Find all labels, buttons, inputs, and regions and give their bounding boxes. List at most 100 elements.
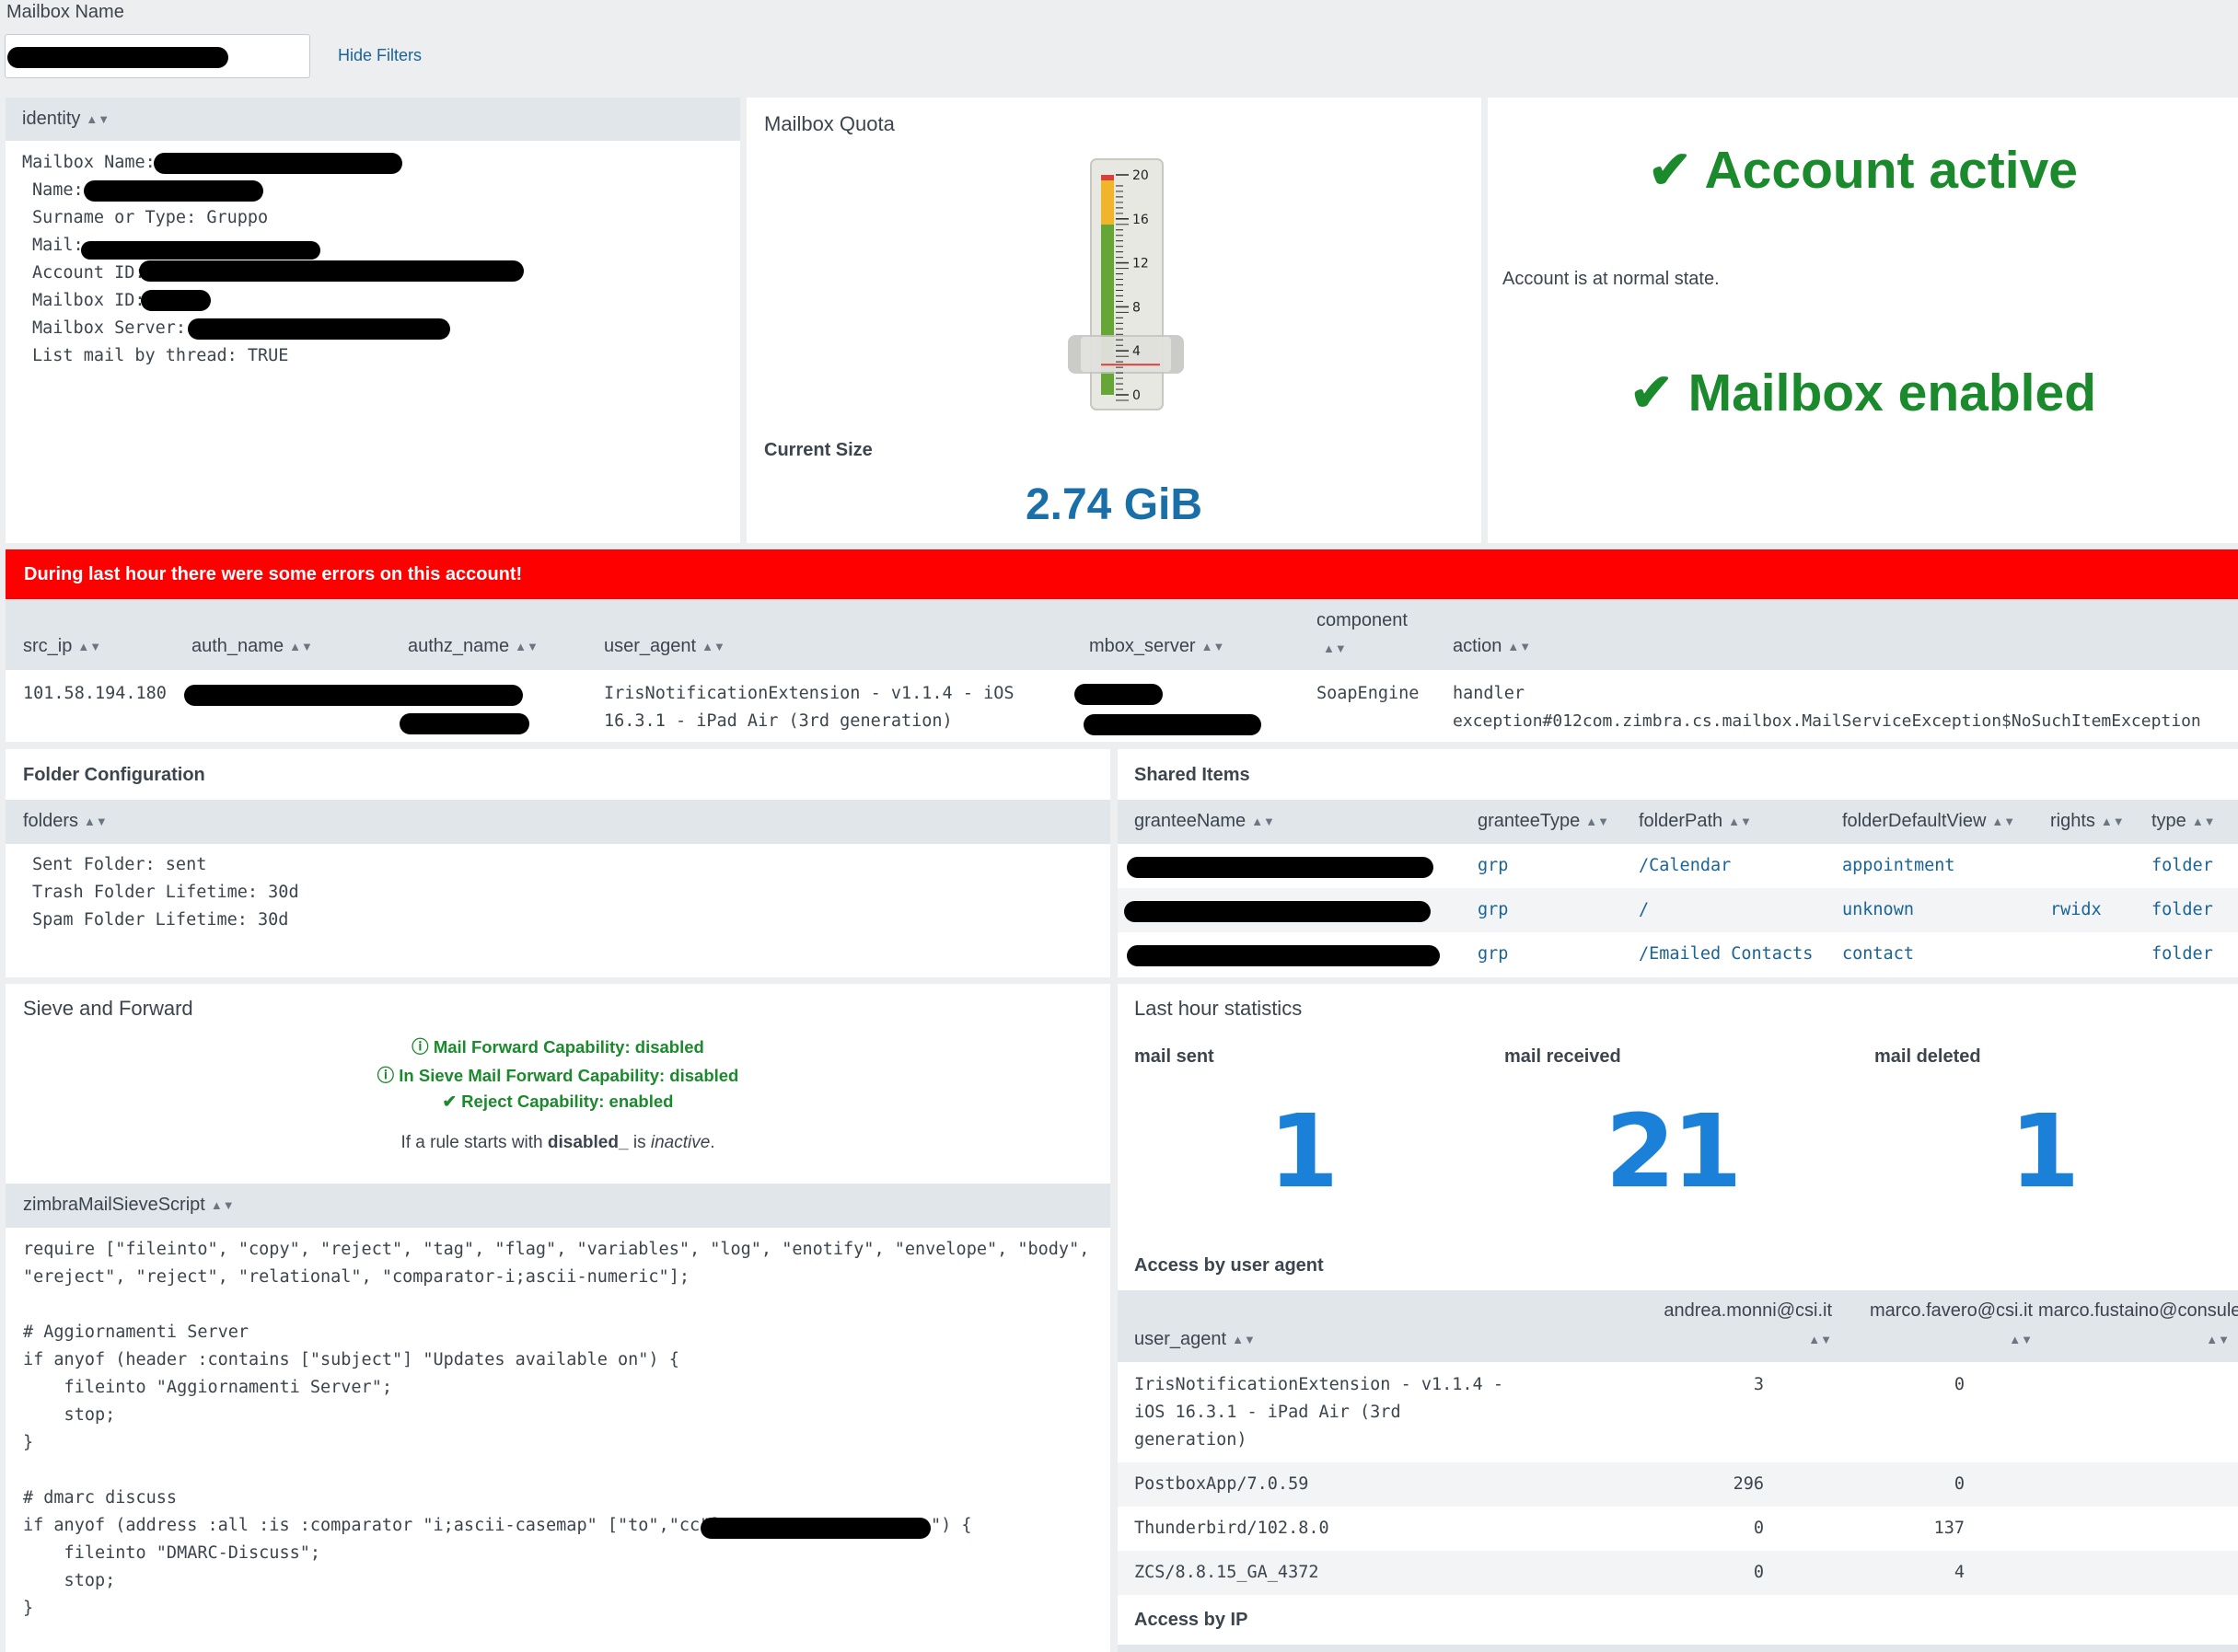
cell-count: 0 [1954, 1375, 1965, 1394]
redacted-value [188, 318, 450, 340]
col-user-favero[interactable]: marco.favero@csi.it [1836, 1300, 2033, 1322]
capability-sieve-forward: ⓘ In Sieve Mail Forward Capability: disa… [377, 1066, 739, 1085]
col-user-fustaino[interactable]: marco.fustaino@consulenti.csi.it [2038, 1300, 2238, 1322]
quota-gauge: 20 16 12 8 4 0 [1068, 158, 1184, 410]
sort-icon: ▲▼ [515, 640, 539, 654]
redacted-value [1124, 901, 1431, 922]
col-grantee-type[interactable]: granteeType ▲▼ [1478, 811, 1609, 832]
cell-folder-path[interactable]: /Emailed Contacts [1639, 944, 1813, 964]
cell-count: 371 [2218, 1519, 2238, 1538]
sort-icon: ▲▼ [289, 640, 313, 654]
cell-agent-line2: iOS 16.3.1 - iPad Air (3rd [1134, 1403, 1401, 1422]
gauge-band-yellow [1101, 180, 1114, 225]
info-icon: ⓘ [377, 1066, 395, 1085]
account-note: Account is at normal state. [1502, 269, 1720, 289]
col-user-andrea[interactable]: andrea.monni@csi.it [1523, 1300, 1832, 1322]
error-alert-banner: During last hour there were some errors … [6, 549, 2238, 599]
access-ip-header [1118, 1645, 2238, 1652]
gauge-tick-label: 12 [1132, 257, 1149, 271]
component-sort-icon[interactable]: ▲▼ [1323, 638, 1347, 659]
mail-sent-value: 1 [1268, 1092, 1339, 1210]
folders-table-header [6, 800, 1110, 844]
cell-agent: PostboxApp/7.0.59 [1134, 1474, 1309, 1494]
identity-table-header [6, 98, 740, 141]
check-icon: ✔ [442, 1092, 458, 1111]
col-grantee-name[interactable]: granteeName ▲▼ [1134, 811, 1275, 832]
cell-type[interactable]: folder [2151, 856, 2213, 875]
gauge-tick-label: 0 [1132, 388, 1141, 403]
sieve-script-line-tail: ") { [931, 1516, 972, 1535]
errors-table: src_ip ▲▼ auth_name ▲▼ authz_name ▲▼ user_a… [6, 599, 2238, 742]
col-folders[interactable]: folders ▲▼ [23, 811, 108, 832]
cell-rights[interactable]: rwidx [2050, 900, 2102, 919]
account-status-panel: ✔ Account active Account is at normal st… [1488, 98, 2238, 543]
col-access-user-agent[interactable]: user_agent ▲▼ [1134, 1329, 1256, 1350]
cell-count: 4 [1954, 1563, 1965, 1582]
cell-count: 0 [2218, 1375, 2238, 1394]
cell-count: 0 [1954, 1474, 1965, 1494]
cell-user-agent: IrisNotificationExtension - v1.1.4 - iOS [604, 684, 1015, 703]
hide-filters-link[interactable]: Hide Filters [338, 46, 422, 65]
mailbox-name-label: Mailbox Name [6, 2, 124, 22]
sieve-script-line: } [23, 1433, 34, 1452]
redacted-value [1127, 857, 1433, 878]
redacted-value [84, 180, 263, 202]
stats-title: Last hour statistics [1134, 997, 1303, 1020]
identity-panel: identity ▲▼ Mailbox Name: Name: Surname o… [6, 98, 740, 543]
col-mbox-server[interactable]: mbox_server ▲▼ [1089, 636, 1224, 657]
cell-action-line2: exception#012com.zimbra.cs.mailbox.MailS… [1453, 711, 2201, 731]
redacted-value [139, 260, 524, 282]
col-authz-name[interactable]: authz_name ▲▼ [408, 636, 539, 657]
cell-count: 0 [1753, 1563, 1764, 1582]
sieve-rule-note: If a rule starts with disabled_ is inact… [400, 1133, 715, 1152]
cell-count: 137 [1933, 1519, 1965, 1538]
cell-count: 3 [1753, 1375, 1764, 1394]
identity-column-header[interactable]: identity ▲▼ [22, 109, 110, 130]
col-user-andrea-sort[interactable]: ▲▼ [1685, 1329, 1832, 1350]
sort-icon: ▲▼ [2191, 814, 2216, 829]
cell-count: 296 [1733, 1474, 1764, 1494]
col-user-fustaino-sort[interactable]: ▲▼ [2082, 1329, 2230, 1350]
sieve-script-line: require ["fileinto", "copy", "reject", "… [23, 1240, 1090, 1259]
sieve-script-line: stop; [23, 1405, 116, 1425]
access-by-ip-title: Access by IP [1134, 1610, 1248, 1630]
cell-type[interactable]: folder [2151, 944, 2213, 964]
cell-agent: ZCS/8.8.15_GA_4372 [1134, 1563, 1319, 1582]
cell-type[interactable]: folder [2151, 900, 2213, 919]
folder-configuration-panel: Folder Configuration folders ▲▼ Sent Fold… [6, 749, 1110, 977]
col-src-ip[interactable]: src_ip ▲▼ [23, 636, 101, 657]
access-by-user-agent-title: Access by user agent [1134, 1255, 1324, 1276]
col-folder-path[interactable]: folderPath ▲▼ [1639, 811, 1752, 832]
col-user-agent[interactable]: user_agent ▲▼ [604, 636, 725, 657]
capability-reject: ✔ Reject Capability: enabled [442, 1092, 674, 1111]
cell-folder-default-view[interactable]: unknown [1842, 900, 1914, 919]
folder-configuration-title: Folder Configuration [23, 765, 205, 785]
cell-folder-path[interactable]: / [1639, 900, 1649, 919]
redacted-value [81, 241, 320, 260]
col-action[interactable]: action ▲▼ [1453, 636, 1531, 657]
folder-line-spam: Spam Folder Lifetime: 30d [32, 910, 289, 930]
cell-grantee-type[interactable]: grp [1478, 944, 1508, 964]
cell-folder-default-view[interactable]: appointment [1842, 856, 1955, 875]
sort-icon: ▲▼ [702, 640, 725, 654]
col-auth-name[interactable]: auth_name ▲▼ [191, 636, 313, 657]
current-size-label: Current Size [764, 440, 873, 460]
cell-grantee-type[interactable]: grp [1478, 856, 1508, 875]
col-folder-default-view[interactable]: folderDefaultView ▲▼ [1842, 811, 2015, 832]
mailbox-name-input[interactable] [5, 34, 310, 78]
gauge-tick-label: 8 [1132, 300, 1141, 315]
identity-line-account-id: Account ID: [32, 263, 145, 283]
col-rights[interactable]: rights ▲▼ [2050, 811, 2125, 832]
col-sieve-script[interactable]: zimbraMailSieveScript ▲▼ [23, 1195, 235, 1216]
col-user-favero-sort[interactable]: ▲▼ [1885, 1329, 2033, 1350]
redacted-value [154, 153, 402, 174]
sieve-script-line: # dmarc discuss [23, 1488, 178, 1508]
cell-folder-path[interactable]: /Calendar [1639, 856, 1731, 875]
sort-icon: ▲▼ [1507, 640, 1532, 654]
col-component[interactable]: component [1316, 610, 1408, 631]
sort-icon: ▲▼ [77, 640, 102, 654]
cell-folder-default-view[interactable]: contact [1842, 944, 1914, 964]
cell-component: SoapEngine [1316, 684, 1420, 703]
cell-grantee-type[interactable]: grp [1478, 900, 1508, 919]
col-type[interactable]: type ▲▼ [2151, 811, 2216, 832]
